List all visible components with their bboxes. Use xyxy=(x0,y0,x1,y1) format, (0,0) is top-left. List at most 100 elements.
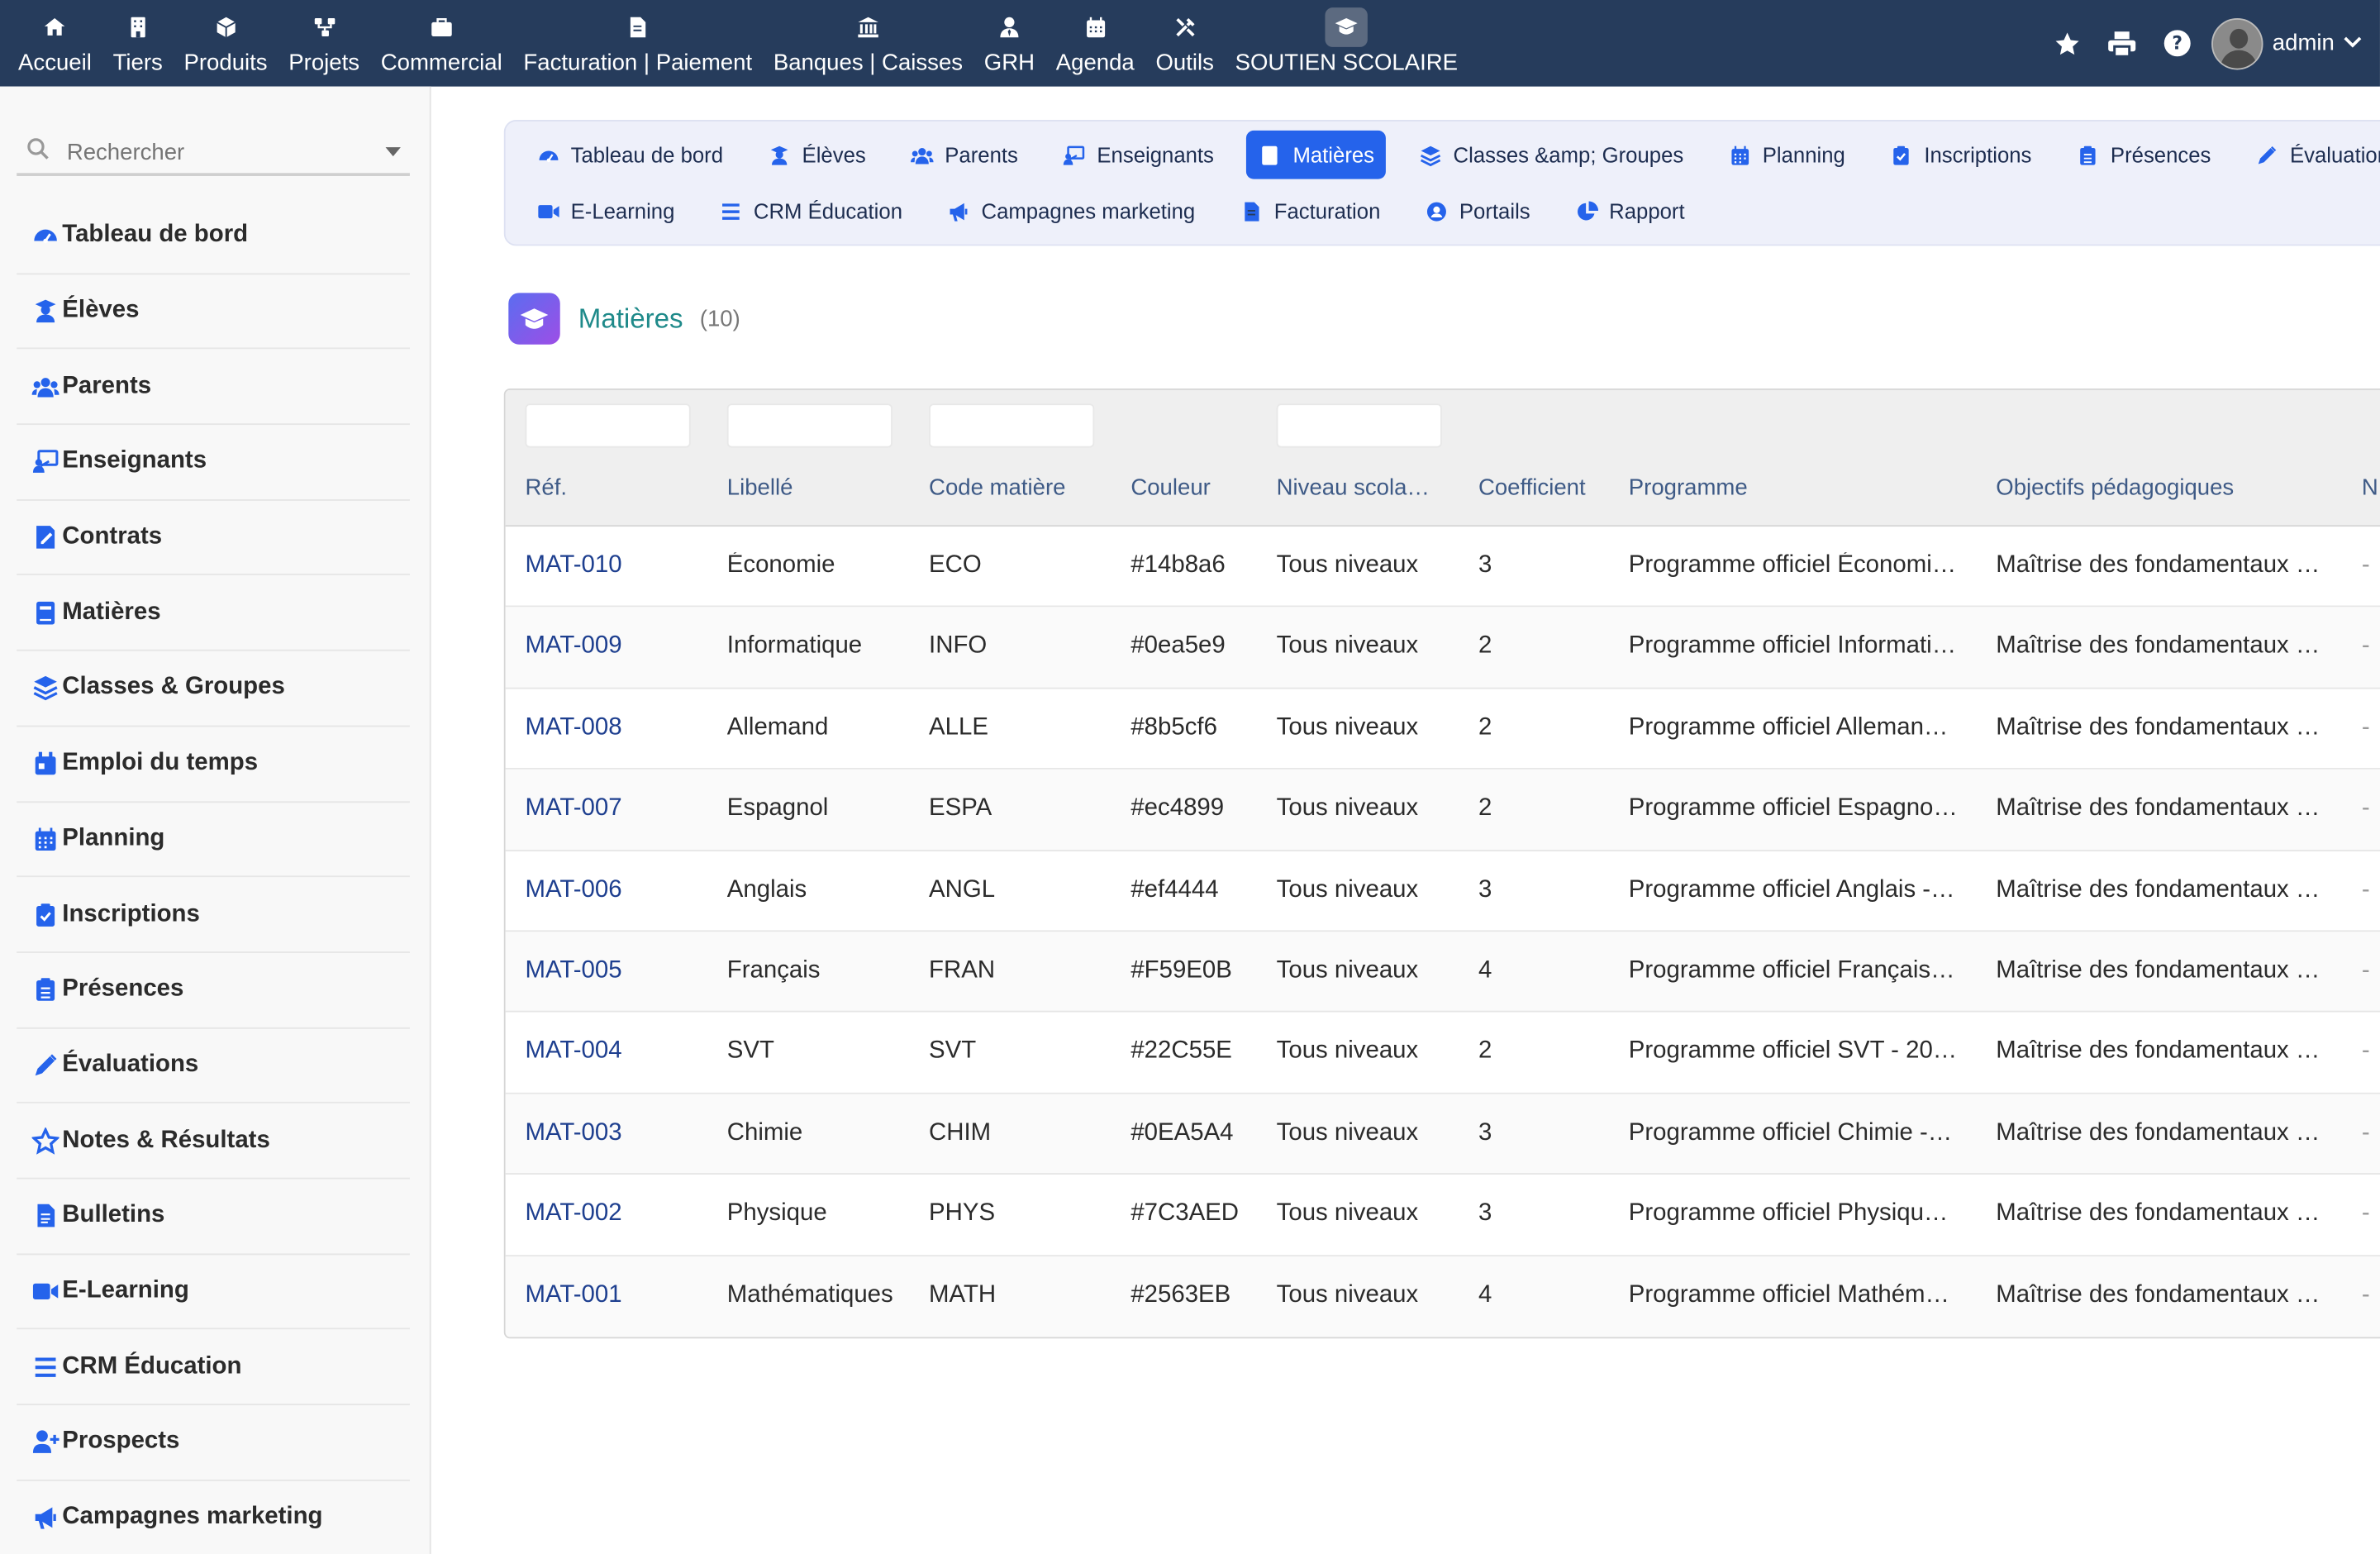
clipboard-list-icon xyxy=(29,975,62,1005)
sidebar-item-17[interactable]: Prospects xyxy=(17,1405,410,1481)
top-menu-label: Outils xyxy=(1155,50,1214,76)
sidebar-item-2[interactable]: Élèves xyxy=(17,274,410,350)
table-row[interactable]: MAT-002 Physique PHYS #7C3AED Tous niveaux 3 P… xyxy=(505,1175,2380,1256)
filter-input-niveau[interactable] xyxy=(1276,403,1442,448)
table-row[interactable]: MAT-004 SVT SVT #22C55E Tous niveaux 2 Program… xyxy=(505,1013,2380,1094)
ref-link[interactable]: MAT-005 xyxy=(525,957,621,984)
ref-link[interactable]: MAT-008 xyxy=(525,714,621,741)
table-cell: Programme officiel Physiqu… xyxy=(1628,1200,1949,1227)
column-header[interactable]: Libellé xyxy=(727,475,793,501)
tab-teacher[interactable]: Enseignants xyxy=(1050,131,1226,179)
table-cell: Tous niveaux xyxy=(1276,633,1419,660)
sidebar-item-16[interactable]: CRM Éducation xyxy=(17,1330,410,1406)
tab-clipboard-list[interactable]: Présences xyxy=(2063,131,2223,179)
column-header[interactable]: Code matière xyxy=(929,475,1065,501)
tab-pencil[interactable]: Évaluations xyxy=(2243,131,2380,179)
top-menu-label: Accueil xyxy=(18,50,92,76)
ref-link[interactable]: MAT-007 xyxy=(525,795,621,822)
sidebar-item-9[interactable]: Planning xyxy=(17,802,410,878)
sidebar-item-1[interactable]: Tableau de bord xyxy=(17,199,410,274)
filter-input-ref[interactable] xyxy=(525,403,691,448)
sidebar-item-15[interactable]: E-Learning xyxy=(17,1255,410,1330)
table-row[interactable]: MAT-007 Espagnol ESPA #ec4899 Tous niveaux 2 P… xyxy=(505,770,2380,851)
help-icon[interactable]: ? xyxy=(2157,23,2197,63)
search-input[interactable] xyxy=(66,139,371,166)
top-menu-item-invoice[interactable]: Facturation | Paiement xyxy=(513,0,763,87)
sidebar-item-14[interactable]: Bulletins xyxy=(17,1179,410,1255)
table-row[interactable]: MAT-010 Économie ECO #14b8a6 Tous niveaux 3 Pr… xyxy=(505,527,2380,608)
sidebar-item-8[interactable]: Emploi du temps xyxy=(17,727,410,803)
sidebar-item-6[interactable]: Matières xyxy=(17,576,410,651)
top-menu-item-bank[interactable]: Banques | Caisses xyxy=(763,0,973,87)
column-header[interactable]: Programme xyxy=(1629,475,1748,501)
tab-calendar-grid[interactable]: Planning xyxy=(1716,131,1858,179)
tab-list[interactable]: CRM Éducation xyxy=(707,187,915,236)
tab-layers[interactable]: Classes &amp; Groupes xyxy=(1407,131,1696,179)
top-menu-item-user-tie[interactable]: GRH xyxy=(973,0,1045,87)
ref-link[interactable]: MAT-003 xyxy=(525,1120,621,1147)
home-icon xyxy=(36,11,75,44)
tab-bullhorn[interactable]: Campagnes marketing xyxy=(935,187,1207,236)
column-header[interactable]: Niveau scola… xyxy=(1277,475,1430,501)
table-row[interactable]: MAT-008 Allemand ALLE #8b5cf6 Tous niveaux 2 P… xyxy=(505,689,2380,770)
sidebar-item-4[interactable]: Enseignants xyxy=(17,425,410,501)
column-header[interactable]: Réf. xyxy=(525,475,567,501)
sidebar-item-18[interactable]: Campagnes marketing xyxy=(17,1480,410,1554)
top-menu-item-calendar[interactable]: Agenda xyxy=(1045,0,1145,87)
table-row[interactable]: MAT-003 Chimie CHIM #0EA5A4 Tous niveaux 3 Pro… xyxy=(505,1094,2380,1175)
table-cell: - xyxy=(2361,552,2370,579)
star-icon[interactable] xyxy=(2048,23,2087,63)
tab-invoice[interactable]: Facturation xyxy=(1227,187,1392,236)
filter-input-libelle[interactable] xyxy=(726,403,892,448)
ref-link[interactable]: MAT-002 xyxy=(525,1201,621,1228)
table-cell: #8b5cf6 xyxy=(1130,714,1217,741)
user-circle-icon xyxy=(1425,199,1449,223)
tab-video[interactable]: E-Learning xyxy=(524,187,687,236)
sidebar-item-13[interactable]: Notes & Résultats xyxy=(17,1104,410,1180)
sidebar-item-5[interactable]: Contrats xyxy=(17,500,410,576)
top-menu-item-project[interactable]: Projets xyxy=(278,0,369,87)
table-cell: - xyxy=(2361,876,2370,903)
sidebar-item-12[interactable]: Évaluations xyxy=(17,1028,410,1104)
top-menu-item-briefcase[interactable]: Commercial xyxy=(370,0,513,87)
sidebar-item-11[interactable]: Présences xyxy=(17,953,410,1028)
ref-link[interactable]: MAT-006 xyxy=(525,876,621,903)
table-row[interactable]: MAT-001 Mathématiques MATH #2563EB Tous nive… xyxy=(505,1256,2380,1337)
sidebar-item-7[interactable]: Classes & Groupes xyxy=(17,651,410,727)
ref-link[interactable]: MAT-009 xyxy=(525,633,621,660)
top-menu-item-building[interactable]: Tiers xyxy=(102,0,174,87)
table-cell: ESPA xyxy=(929,795,992,822)
table-cell: MATH xyxy=(929,1281,997,1308)
tab-user-circle[interactable]: Portails xyxy=(1412,187,1542,236)
sidebar-item-10[interactable]: Inscriptions xyxy=(17,877,410,953)
table-cell: Maîtrise des fondamentaux … xyxy=(1996,552,2320,579)
top-menu-item-graduation-cap[interactable]: SOUTIEN SCOLAIRE xyxy=(1225,0,1468,87)
top-menu-item-tools[interactable]: Outils xyxy=(1145,0,1225,87)
user-menu[interactable]: admin xyxy=(2211,17,2362,69)
print-icon[interactable] xyxy=(2102,23,2142,63)
table-row[interactable]: MAT-009 Informatique INFO #0ea5e9 Tous nivea… xyxy=(505,608,2380,689)
tab-clipboard-check[interactable]: Inscriptions xyxy=(1877,131,2044,179)
tab-student[interactable]: Élèves xyxy=(755,131,878,179)
sidebar-item-3[interactable]: Parents xyxy=(17,350,410,426)
tab-label: Évaluations xyxy=(2289,142,2380,167)
top-menu-item-home[interactable]: Accueil xyxy=(7,0,102,87)
column-header[interactable]: Coefficient xyxy=(1478,475,1586,501)
column-header[interactable]: Couleur xyxy=(1130,475,1210,501)
ref-link[interactable]: MAT-010 xyxy=(525,552,621,579)
ref-link[interactable]: MAT-001 xyxy=(525,1282,621,1309)
dropdown-caret-icon[interactable] xyxy=(385,147,401,157)
tab-users[interactable]: Parents xyxy=(897,131,1030,179)
filter-input-code[interactable] xyxy=(929,403,1095,448)
table-row[interactable]: MAT-006 Anglais ANGL #ef4444 Tous niveaux 3 Pr… xyxy=(505,851,2380,932)
table-row[interactable]: MAT-005 Français FRAN #F59E0B Tous niveaux 4 P… xyxy=(505,932,2380,1013)
column-header[interactable]: N xyxy=(2362,475,2378,501)
calendar-grid-icon xyxy=(29,824,62,855)
column-header[interactable]: Objectifs pédagogiques xyxy=(1996,475,2234,501)
tab-pie-chart[interactable]: Rapport xyxy=(1562,187,1697,236)
tab-book[interactable]: Matières xyxy=(1245,130,1387,179)
ref-link[interactable]: MAT-004 xyxy=(525,1038,621,1065)
tab-dashboard[interactable]: Tableau de bord xyxy=(524,131,735,179)
top-menu-item-cube[interactable]: Produits xyxy=(174,0,278,87)
table-cell: - xyxy=(2361,1038,2370,1065)
